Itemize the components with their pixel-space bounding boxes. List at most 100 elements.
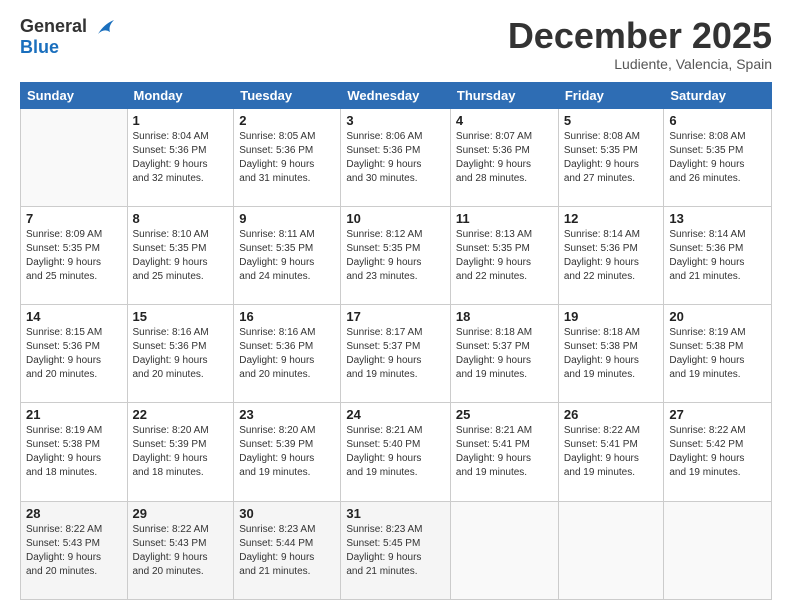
logo: General Blue: [20, 16, 116, 58]
day-info: Sunrise: 8:22 AMSunset: 5:42 PMDaylight:…: [669, 424, 766, 480]
day-number: 4: [456, 113, 553, 128]
calendar-body: 1 Sunrise: 8:04 AMSunset: 5:36 PMDaylight…: [21, 108, 772, 599]
day-info: Sunrise: 8:08 AMSunset: 5:35 PMDaylight:…: [564, 130, 659, 186]
calendar-cell: 31 Sunrise: 8:23 AMSunset: 5:45 PMDayligh…: [341, 501, 451, 599]
calendar-cell: 24 Sunrise: 8:21 AMSunset: 5:40 PMDayligh…: [341, 403, 451, 501]
day-number: 19: [564, 309, 659, 324]
calendar-cell: 9 Sunrise: 8:11 AMSunset: 5:35 PMDaylight…: [234, 206, 341, 304]
day-info: Sunrise: 8:21 AMSunset: 5:40 PMDaylight:…: [346, 424, 445, 480]
day-info: Sunrise: 8:09 AMSunset: 5:35 PMDaylight:…: [26, 228, 122, 284]
calendar-table: SundayMondayTuesdayWednesdayThursdayFrid…: [20, 82, 772, 600]
calendar-cell: 25 Sunrise: 8:21 AMSunset: 5:41 PMDayligh…: [450, 403, 558, 501]
day-number: 27: [669, 407, 766, 422]
calendar-cell: 15Sunrise: 8:16 AMSunset: 5:36 PMDayligh…: [127, 305, 234, 403]
day-number: 25: [456, 407, 553, 422]
calendar-cell: 4 Sunrise: 8:07 AMSunset: 5:36 PMDaylight…: [450, 108, 558, 206]
day-number: 26: [564, 407, 659, 422]
day-info: Sunrise: 8:18 AMSunset: 5:37 PMDaylight:…: [456, 326, 553, 382]
calendar-cell: 22Sunrise: 8:20 AMSunset: 5:39 PMDayligh…: [127, 403, 234, 501]
calendar-cell: 11Sunrise: 8:13 AMSunset: 5:35 PMDayligh…: [450, 206, 558, 304]
day-number: 31: [346, 506, 445, 521]
day-info: Sunrise: 8:04 AMSunset: 5:36 PMDaylight:…: [133, 130, 229, 186]
day-info: Sunrise: 8:06 AMSunset: 5:36 PMDaylight:…: [346, 130, 445, 186]
calendar-cell: 14 Sunrise: 8:15 AMSunset: 5:36 PMDayligh…: [21, 305, 128, 403]
weekday-header-friday: Friday: [558, 82, 664, 108]
weekday-header-row: SundayMondayTuesdayWednesdayThursdayFrid…: [21, 82, 772, 108]
day-number: 23: [239, 407, 335, 422]
day-info: Sunrise: 8:18 AMSunset: 5:38 PMDaylight:…: [564, 326, 659, 382]
day-number: 10: [346, 211, 445, 226]
day-info: Sunrise: 8:07 AMSunset: 5:36 PMDaylight:…: [456, 130, 553, 186]
calendar-cell: 6Sunrise: 8:08 AMSunset: 5:35 PMDaylight…: [664, 108, 772, 206]
day-info: Sunrise: 8:22 AMSunset: 5:43 PMDaylight:…: [26, 523, 122, 579]
day-info: Sunrise: 8:22 AMSunset: 5:41 PMDaylight:…: [564, 424, 659, 480]
day-number: 7: [26, 211, 122, 226]
calendar-cell: 27 Sunrise: 8:22 AMSunset: 5:42 PMDayligh…: [664, 403, 772, 501]
day-number: 14: [26, 309, 122, 324]
day-info: Sunrise: 8:15 AMSunset: 5:36 PMDaylight:…: [26, 326, 122, 382]
calendar-header: SundayMondayTuesdayWednesdayThursdayFrid…: [21, 82, 772, 108]
calendar-cell: 12 Sunrise: 8:14 AMSunset: 5:36 PMDayligh…: [558, 206, 664, 304]
day-number: 30: [239, 506, 335, 521]
weekday-header-wednesday: Wednesday: [341, 82, 451, 108]
calendar-cell: 3 Sunrise: 8:06 AMSunset: 5:36 PMDaylight…: [341, 108, 451, 206]
day-number: 21: [26, 407, 122, 422]
calendar-cell: 30Sunrise: 8:23 AMSunset: 5:44 PMDayligh…: [234, 501, 341, 599]
day-number: 17: [346, 309, 445, 324]
day-number: 12: [564, 211, 659, 226]
calendar-week-2: 7 Sunrise: 8:09 AMSunset: 5:35 PMDaylight…: [21, 206, 772, 304]
day-number: 20: [669, 309, 766, 324]
day-info: Sunrise: 8:20 AMSunset: 5:39 PMDaylight:…: [239, 424, 335, 480]
month-title: December 2025: [508, 16, 772, 56]
weekday-header-monday: Monday: [127, 82, 234, 108]
calendar-cell: 7 Sunrise: 8:09 AMSunset: 5:35 PMDaylight…: [21, 206, 128, 304]
day-number: 16: [239, 309, 335, 324]
day-info: Sunrise: 8:21 AMSunset: 5:41 PMDaylight:…: [456, 424, 553, 480]
day-info: Sunrise: 8:13 AMSunset: 5:35 PMDaylight:…: [456, 228, 553, 284]
calendar-cell: 26 Sunrise: 8:22 AMSunset: 5:41 PMDayligh…: [558, 403, 664, 501]
day-number: 3: [346, 113, 445, 128]
calendar-week-3: 14 Sunrise: 8:15 AMSunset: 5:36 PMDayligh…: [21, 305, 772, 403]
calendar-cell: 23 Sunrise: 8:20 AMSunset: 5:39 PMDayligh…: [234, 403, 341, 501]
calendar-week-4: 21Sunrise: 8:19 AMSunset: 5:38 PMDayligh…: [21, 403, 772, 501]
location-subtitle: Ludiente, Valencia, Spain: [508, 56, 772, 72]
day-number: 2: [239, 113, 335, 128]
calendar-cell: 17 Sunrise: 8:17 AMSunset: 5:37 PMDayligh…: [341, 305, 451, 403]
calendar-week-5: 28Sunrise: 8:22 AMSunset: 5:43 PMDayligh…: [21, 501, 772, 599]
calendar-cell: [664, 501, 772, 599]
calendar-cell: 21Sunrise: 8:19 AMSunset: 5:38 PMDayligh…: [21, 403, 128, 501]
calendar-cell: 2 Sunrise: 8:05 AMSunset: 5:36 PMDaylight…: [234, 108, 341, 206]
day-number: 13: [669, 211, 766, 226]
calendar-cell: 20Sunrise: 8:19 AMSunset: 5:38 PMDayligh…: [664, 305, 772, 403]
calendar-cell: 19 Sunrise: 8:18 AMSunset: 5:38 PMDayligh…: [558, 305, 664, 403]
calendar-cell: 28Sunrise: 8:22 AMSunset: 5:43 PMDayligh…: [21, 501, 128, 599]
calendar-cell: 13 Sunrise: 8:14 AMSunset: 5:36 PMDayligh…: [664, 206, 772, 304]
day-info: Sunrise: 8:17 AMSunset: 5:37 PMDaylight:…: [346, 326, 445, 382]
calendar-cell: [450, 501, 558, 599]
calendar-week-1: 1 Sunrise: 8:04 AMSunset: 5:36 PMDaylight…: [21, 108, 772, 206]
day-number: 8: [133, 211, 229, 226]
day-number: 18: [456, 309, 553, 324]
day-info: Sunrise: 8:11 AMSunset: 5:35 PMDaylight:…: [239, 228, 335, 284]
day-info: Sunrise: 8:22 AMSunset: 5:43 PMDaylight:…: [133, 523, 229, 579]
day-info: Sunrise: 8:10 AMSunset: 5:35 PMDaylight:…: [133, 228, 229, 284]
calendar-cell: 5 Sunrise: 8:08 AMSunset: 5:35 PMDaylight…: [558, 108, 664, 206]
day-number: 24: [346, 407, 445, 422]
day-number: 5: [564, 113, 659, 128]
weekday-header-thursday: Thursday: [450, 82, 558, 108]
day-number: 15: [133, 309, 229, 324]
day-info: Sunrise: 8:14 AMSunset: 5:36 PMDaylight:…: [564, 228, 659, 284]
calendar-cell: 29Sunrise: 8:22 AMSunset: 5:43 PMDayligh…: [127, 501, 234, 599]
logo-bird-icon: [94, 16, 116, 38]
day-number: 9: [239, 211, 335, 226]
page-header: General Blue December 2025 Ludiente, Val…: [20, 16, 772, 72]
calendar-cell: [21, 108, 128, 206]
day-info: Sunrise: 8:23 AMSunset: 5:45 PMDaylight:…: [346, 523, 445, 579]
day-info: Sunrise: 8:05 AMSunset: 5:36 PMDaylight:…: [239, 130, 335, 186]
logo-text-blue: Blue: [20, 38, 116, 58]
weekday-header-tuesday: Tuesday: [234, 82, 341, 108]
day-info: Sunrise: 8:14 AMSunset: 5:36 PMDaylight:…: [669, 228, 766, 284]
day-number: 1: [133, 113, 229, 128]
day-info: Sunrise: 8:16 AMSunset: 5:36 PMDaylight:…: [239, 326, 335, 382]
logo-text-general: General: [20, 16, 87, 36]
